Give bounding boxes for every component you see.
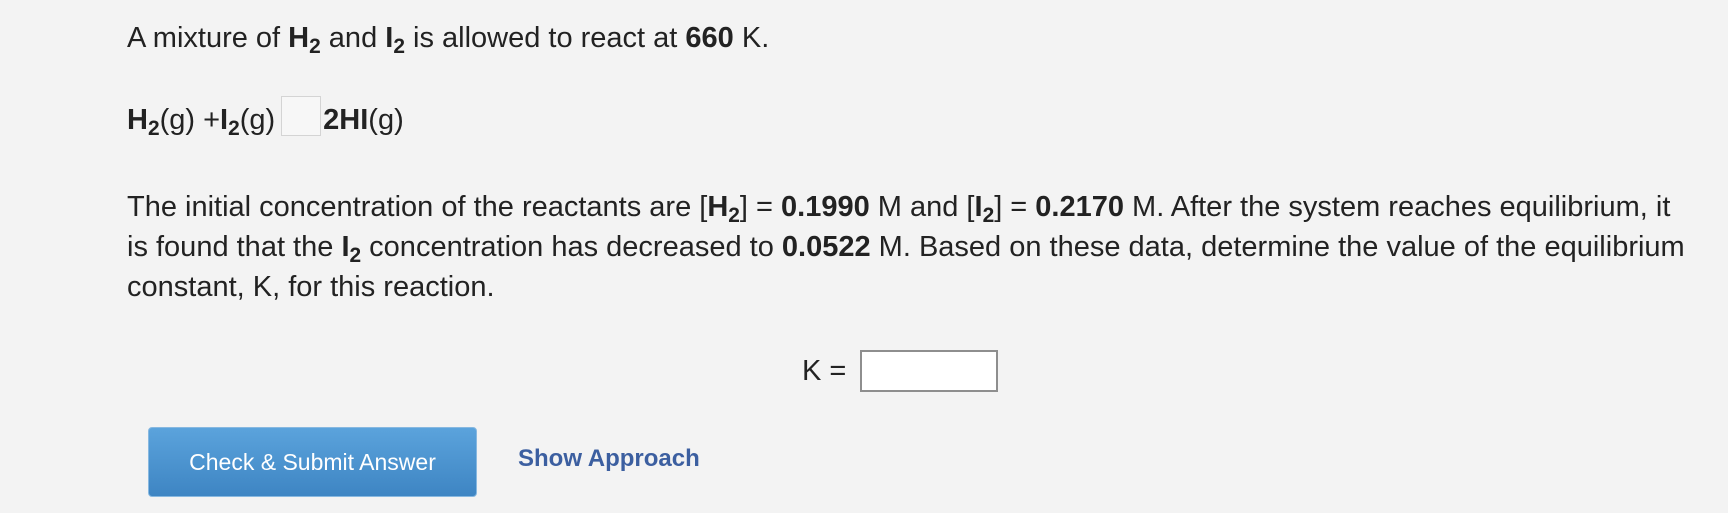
- h2-formula: H2: [288, 22, 321, 58]
- show-approach-link[interactable]: Show Approach: [518, 445, 700, 473]
- reactant-i2: I2: [220, 104, 240, 140]
- temperature-unit: K.: [733, 22, 770, 54]
- reactant-h2: H2: [127, 104, 160, 140]
- i2-initial-concentration: 0.2170: [1035, 191, 1124, 223]
- i2-formula: I2: [385, 22, 405, 58]
- check-submit-button[interactable]: Check & Submit Answer: [148, 427, 477, 497]
- h2-initial-concentration: 0.1990: [781, 191, 870, 223]
- equilibrium-arrow-icon: [281, 96, 322, 136]
- h2-state: (g) +: [159, 104, 221, 136]
- product-hi: 2HI: [323, 104, 369, 136]
- reaction-equation: H2 (g) + I2 (g) 2HI (g): [127, 96, 404, 140]
- intro-and: and: [320, 22, 386, 54]
- intro-sentence: A mixture of H2 and I2 is allowed to rea…: [127, 18, 769, 58]
- intro-text: A mixture of: [127, 22, 289, 54]
- intro-text-2: is allowed to react at: [404, 22, 686, 54]
- i2-equilibrium-concentration: 0.0522: [781, 231, 871, 263]
- k-label: K =: [802, 354, 847, 387]
- k-answer-row: K =: [802, 350, 999, 392]
- k-answer-input[interactable]: [860, 350, 999, 392]
- i2-state: (g): [239, 104, 276, 136]
- problem-paragraph: The initial concentration of the reactan…: [127, 191, 1685, 303]
- temperature-value: 660: [685, 22, 734, 54]
- product-state: (g): [368, 104, 404, 136]
